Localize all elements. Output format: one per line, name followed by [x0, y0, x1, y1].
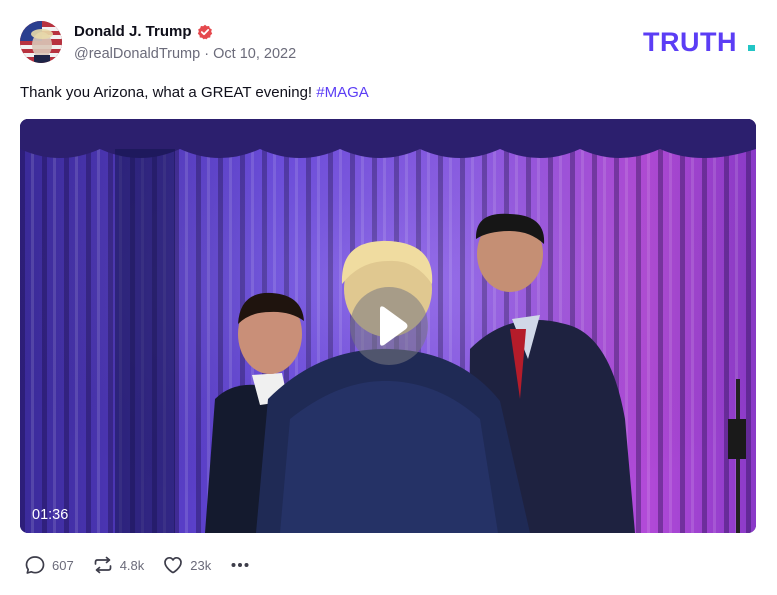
verified-badge-icon — [197, 24, 213, 40]
logo-dot — [748, 45, 755, 51]
retruth-icon — [94, 556, 112, 574]
reply-button[interactable]: 607 — [24, 554, 74, 576]
author-name[interactable]: Donald J. Trump — [74, 23, 192, 40]
like-button[interactable]: 23k — [162, 554, 211, 576]
more-icon — [231, 563, 249, 567]
avatar-image — [20, 21, 62, 63]
like-count: 23k — [190, 557, 212, 573]
comment-icon — [25, 556, 45, 574]
post-text: Thank you Arizona, what a GREAT evening!… — [20, 84, 369, 101]
retruth-button[interactable]: 4.8k — [92, 554, 145, 576]
more-options-button[interactable] — [229, 554, 251, 576]
reply-count: 607 — [52, 557, 74, 573]
author-handle[interactable]: @realDonaldTrump — [74, 46, 200, 62]
truth-social-logo[interactable]: TRUTH — [643, 27, 758, 59]
logo-text: TRUTH — [643, 28, 737, 54]
post-actions: 607 4.8k 23k — [24, 554, 251, 576]
avatar[interactable] — [20, 21, 62, 63]
play-icon — [380, 306, 408, 346]
retruth-count: 4.8k — [119, 557, 145, 573]
video-player[interactable]: 01:36 — [20, 119, 756, 533]
hashtag-link[interactable]: #MAGA — [316, 84, 369, 101]
author-meta: @realDonaldTrump · Oct 10, 2022 — [74, 46, 296, 62]
video-duration: 01:36 — [32, 507, 69, 523]
meta-separator: · — [204, 46, 210, 62]
post-date[interactable]: Oct 10, 2022 — [213, 46, 296, 62]
play-button[interactable] — [350, 287, 428, 365]
post-body: Thank you Arizona, what a GREAT evening! — [20, 84, 313, 101]
truth-logo-mark: TRUTH — [643, 27, 755, 57]
heart-icon — [164, 556, 183, 574]
